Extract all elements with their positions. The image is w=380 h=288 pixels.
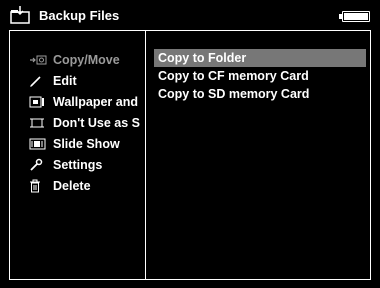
menu-item-wallpaper[interactable]: Wallpaper and: [29, 91, 145, 112]
menu-item-delete[interactable]: Delete: [29, 175, 145, 196]
trash-icon: [29, 179, 49, 193]
menu-item-dont-use[interactable]: Don't Use as S: [29, 112, 145, 133]
battery-icon: [339, 11, 370, 22]
submenu-item-copy-to-sd[interactable]: Copy to SD memory Card: [154, 85, 366, 103]
menu-item-slide-show[interactable]: Slide Show: [29, 133, 145, 154]
menu-item-label: Settings: [53, 157, 103, 172]
folder-icon: [10, 6, 30, 24]
menu-item-label: Wallpaper and: [53, 94, 138, 109]
wrench-icon: [29, 158, 49, 172]
menu-item-label: Don't Use as S: [53, 115, 141, 130]
screen-icon: [29, 116, 49, 130]
menu-item-copy-move[interactable]: Copy/Move: [29, 49, 145, 70]
menu-item-label: Copy/Move: [53, 52, 120, 67]
menu-item-label: Delete: [53, 178, 91, 193]
wallpaper-icon: [29, 95, 49, 109]
slideshow-icon: [29, 137, 49, 151]
main-menu: Copy/Move Edit Wallpaper and Don't Use a…: [29, 49, 145, 196]
menu-item-settings[interactable]: Settings: [29, 154, 145, 175]
pencil-icon: [29, 74, 49, 88]
submenu-item-copy-to-folder[interactable]: Copy to Folder: [154, 49, 366, 67]
menu-item-label: Edit: [53, 73, 77, 88]
menu-item-edit[interactable]: Edit: [29, 70, 145, 91]
submenu-item-copy-to-cf[interactable]: Copy to CF memory Card: [154, 67, 366, 85]
copy-move-icon: [29, 53, 49, 67]
menu-item-label: Slide Show: [53, 136, 120, 151]
title-bar: Backup Files: [0, 0, 380, 30]
submenu: Copy to Folder Copy to CF memory Card Co…: [154, 49, 366, 103]
page-title: Backup Files: [39, 8, 120, 23]
